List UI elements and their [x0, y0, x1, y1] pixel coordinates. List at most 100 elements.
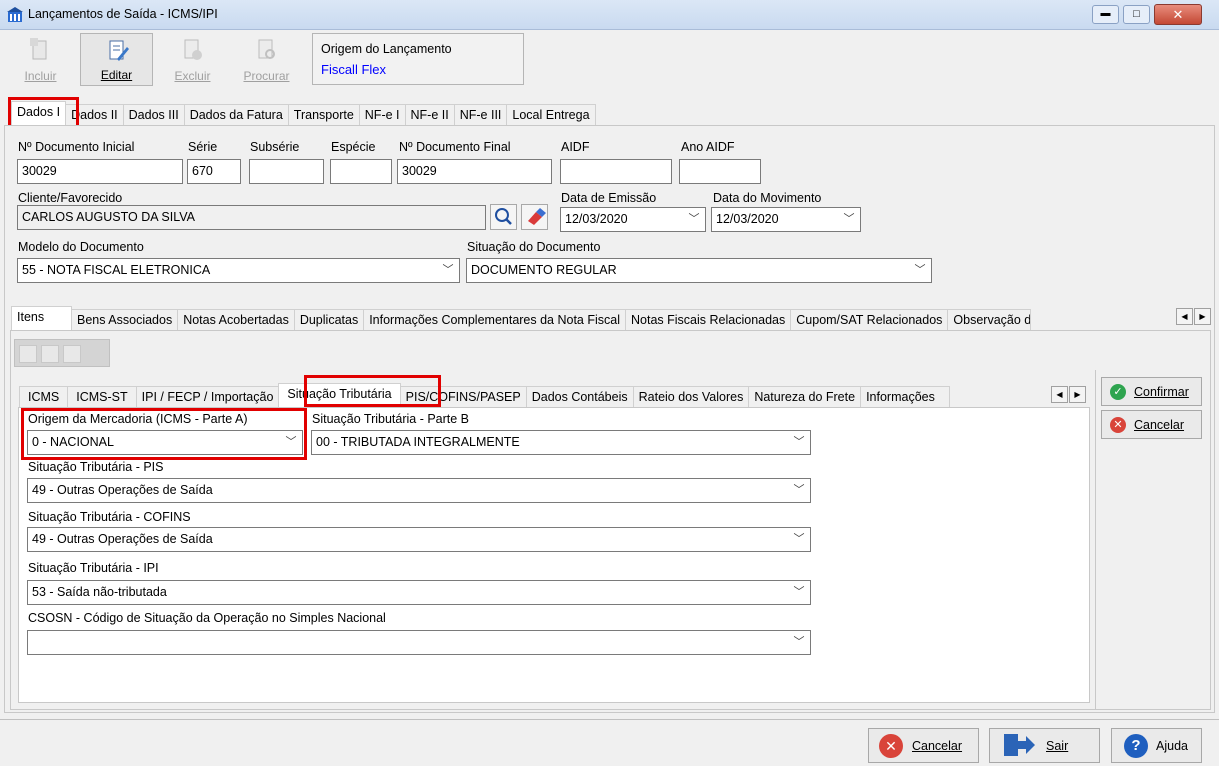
maximize-button[interactable]: □ [1123, 5, 1150, 24]
ajuda-button[interactable]: ? Ajuda [1111, 728, 1202, 763]
chevron-down-icon: ﹀ [793, 533, 805, 545]
cliente-field[interactable]: CARLOS AUGUSTO DA SILVA [17, 205, 486, 230]
subtab-scroll-left[interactable]: ◀ [1176, 308, 1193, 325]
parte-b-select[interactable]: 00 - TRIBUTADA INTEGRALMENTE ﹀ [311, 430, 811, 455]
tab-notas-acobertadas[interactable]: Notas Acobertadas [177, 309, 295, 331]
situacao-doc-select[interactable]: DOCUMENTO REGULAR ﹀ [466, 258, 932, 283]
tab-informacoes[interactable]: Informações [860, 386, 951, 408]
modelo-label: Modelo do Documento [18, 240, 144, 254]
tab-nfe-ii[interactable]: NF-e II [404, 104, 455, 126]
especie-field[interactable] [330, 159, 392, 184]
incluir-label: Incluir [24, 69, 57, 83]
data-movimento-picker[interactable]: 12/03/2020 ﹀ [711, 207, 861, 232]
excluir-label: Excluir [174, 69, 211, 83]
doc-final-field[interactable]: 30029 [397, 159, 552, 184]
search-client-button[interactable] [490, 204, 517, 230]
csosn-label: CSOSN - Código de Situação da Operação n… [28, 611, 386, 625]
chevron-down-icon: ﹀ [914, 264, 926, 276]
edit-item-icon[interactable] [41, 345, 59, 363]
tab-dados-fatura[interactable]: Dados da Fatura [183, 104, 289, 126]
chevron-down-icon: ﹀ [285, 436, 297, 448]
chevron-down-icon: ﹀ [793, 436, 805, 448]
data-movimento-label: Data do Movimento [713, 191, 822, 205]
tab-transporte[interactable]: Transporte [287, 104, 360, 126]
ano-aidf-field[interactable] [679, 159, 761, 184]
maximize-icon: □ [1133, 8, 1140, 20]
tab-itens[interactable]: Itens [11, 306, 72, 331]
csosn-select[interactable]: ﹀ [27, 630, 811, 655]
eraser-icon [528, 208, 546, 225]
tab-bens-associados[interactable]: Bens Associados [71, 309, 179, 331]
sair-button[interactable]: Sair [989, 728, 1100, 763]
confirmar-button[interactable]: ✓ Confirmar [1101, 377, 1202, 406]
aidf-field[interactable] [560, 159, 672, 184]
incluir-button[interactable]: Incluir [4, 33, 77, 86]
chevron-down-icon: ﹀ [793, 484, 805, 496]
tab-cupom-sat[interactable]: Cupom/SAT Relacionados [790, 309, 949, 331]
modelo-select[interactable]: 55 - NOTA FISCAL ELETRONICA ﹀ [17, 258, 460, 283]
close-button[interactable]: ✕ [1154, 4, 1202, 25]
itemtab-scroll-right[interactable]: ▶ [1069, 386, 1086, 403]
confirmar-label: Confirmar [1134, 384, 1189, 399]
tab-pis-cofins[interactable]: PIS/COFINS/PASEP [399, 386, 527, 408]
data-emissao-value: 12/03/2020 [565, 212, 628, 226]
editar-label: Editar [100, 68, 133, 82]
data-movimento-value: 12/03/2020 [716, 212, 779, 226]
itemtab-scroll-left[interactable]: ◀ [1051, 386, 1068, 403]
app-icon [7, 7, 23, 23]
tab-dados-iii[interactable]: Dados III [122, 104, 185, 126]
itens-toolbar [14, 339, 110, 367]
ipi-select[interactable]: 53 - Saída não-tributada ﹀ [27, 580, 811, 605]
toolbar: Incluir Editar Excluir Procurar Origem d… [4, 33, 524, 87]
tab-icms[interactable]: ICMS [19, 386, 69, 408]
serie-label: Série [188, 140, 218, 154]
doc-final-label: Nº Documento Final [399, 140, 511, 154]
subtab-scroll-right[interactable]: ▶ [1194, 308, 1211, 325]
tab-dados-i[interactable]: Dados I [11, 101, 67, 126]
cancel-icon: ✕ [1110, 416, 1126, 433]
ajuda-label: Ajuda [1156, 738, 1188, 753]
side-cancelar-button[interactable]: ✕ Cancelar [1101, 410, 1202, 439]
subserie-field[interactable] [249, 159, 324, 184]
tab-rateio[interactable]: Rateio dos Valores [632, 386, 750, 408]
tab-local-entrega[interactable]: Local Entrega [506, 104, 596, 126]
tab-dados-contabeis[interactable]: Dados Contábeis [525, 386, 634, 408]
title-bar: Lançamentos de Saída - ICMS/IPI ▬ □ ✕ [0, 0, 1219, 30]
tab-dados-ii[interactable]: Dados II [65, 104, 124, 126]
cliente-label: Cliente/Favorecido [18, 191, 123, 205]
serie-field[interactable]: 670 [187, 159, 241, 184]
tab-icms-st[interactable]: ICMS-ST [67, 386, 137, 408]
delete-document-icon [184, 39, 202, 60]
situacao-doc-label: Situação do Documento [467, 240, 601, 254]
delete-item-icon[interactable] [63, 345, 81, 363]
tab-nfe-iii[interactable]: NF-e III [453, 104, 508, 126]
data-emissao-label: Data de Emissão [561, 191, 657, 205]
cofins-select[interactable]: 49 - Outras Operações de Saída ﹀ [27, 527, 811, 552]
tab-situacao-tributaria[interactable]: Situação Tributária [278, 383, 401, 408]
cofins-value: 49 - Outras Operações de Saída [32, 532, 213, 546]
pis-select[interactable]: 49 - Outras Operações de Saída ﹀ [27, 478, 811, 503]
cancel-icon: ✕ [879, 733, 903, 758]
tab-natureza-frete[interactable]: Natureza do Frete [748, 386, 862, 408]
ipi-value: 53 - Saída não-tributada [32, 585, 167, 599]
item-tab-strip: ICMS ICMS-ST IPI / FECP / Importação Sit… [19, 383, 951, 408]
clear-client-button[interactable] [521, 204, 548, 230]
cancelar-button[interactable]: ✕ Cancelar [868, 728, 979, 763]
new-document-icon [30, 38, 47, 60]
data-emissao-picker[interactable]: 12/03/2020 ﹀ [560, 207, 706, 232]
minimize-button[interactable]: ▬ [1092, 5, 1119, 24]
tab-nfe-i[interactable]: NF-e I [358, 104, 406, 126]
tab-observacao[interactable]: Observação d [947, 309, 1032, 331]
tab-notas-relacionadas[interactable]: Notas Fiscais Relacionadas [625, 309, 792, 331]
tab-ipi-fecp[interactable]: IPI / FECP / Importação [135, 386, 280, 408]
excluir-button[interactable]: Excluir [156, 33, 229, 86]
doc-inicial-field[interactable]: 30029 [17, 159, 183, 184]
procurar-button[interactable]: Procurar [230, 33, 303, 86]
tab-informacoes-complementares[interactable]: Informações Complementares da Nota Fisca… [363, 309, 627, 331]
tab-duplicatas[interactable]: Duplicatas [293, 309, 365, 331]
origem-mercadoria-select[interactable]: 0 - NACIONAL ﹀ [27, 430, 303, 455]
editar-button[interactable]: Editar [80, 33, 153, 86]
add-item-icon[interactable] [19, 345, 37, 363]
especie-label: Espécie [331, 140, 376, 154]
chevron-down-icon: ﹀ [688, 213, 700, 225]
